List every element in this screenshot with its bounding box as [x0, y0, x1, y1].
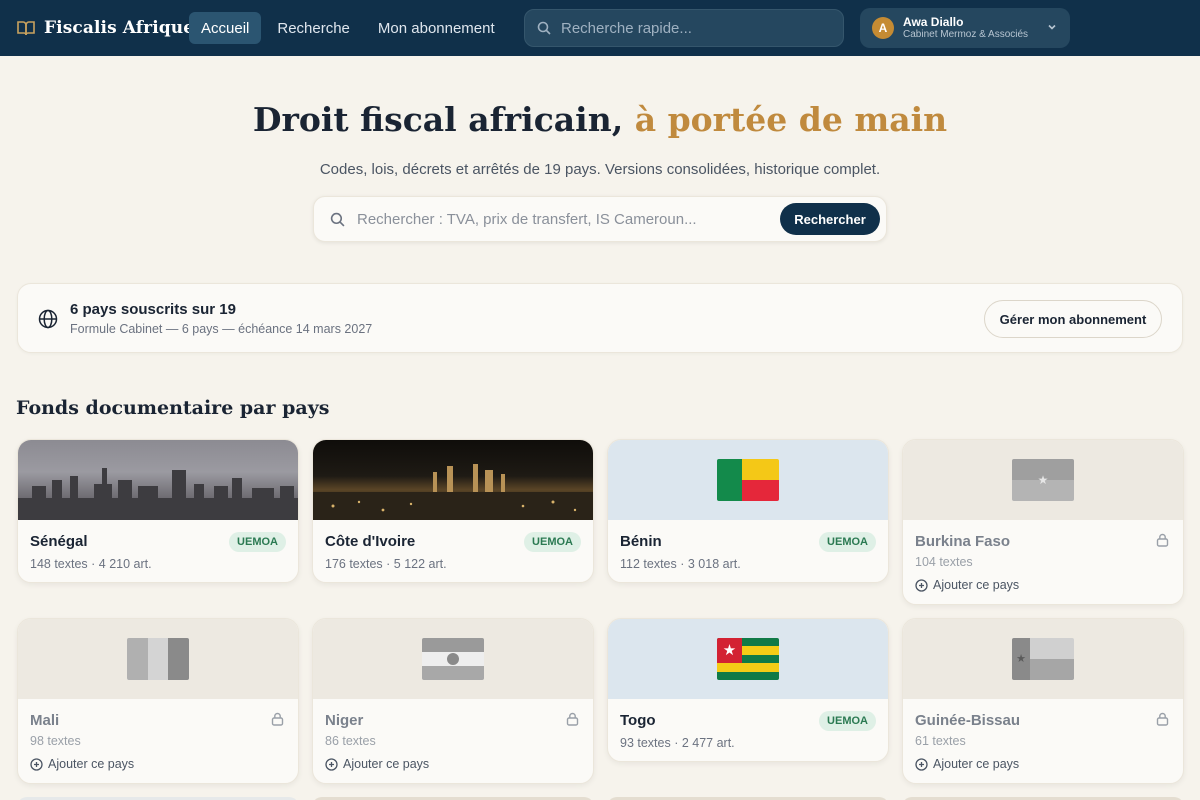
country-meta: 176 textes · 5 122 art.	[325, 557, 447, 571]
hero-title-main: Droit fiscal africain,	[252, 100, 624, 139]
country-name: Sénégal	[30, 533, 88, 550]
guinea-bissau-flag-icon: ★	[1012, 638, 1074, 680]
user-org: Cabinet Mermoz & Associés	[903, 29, 1029, 41]
country-card-togo[interactable]: ★ Togo UEMOA 93 textes · 2 477 art.	[607, 618, 889, 762]
nav-home[interactable]: Accueil	[189, 12, 262, 44]
mali-flag-icon	[127, 638, 189, 680]
main-nav: Accueil Recherche Mon abonnement	[189, 12, 507, 44]
add-country-label: Ajouter ce pays	[933, 578, 1020, 592]
benin-flag-icon	[717, 459, 779, 501]
lock-icon	[271, 712, 284, 726]
chevron-down-icon	[1048, 24, 1056, 30]
country-card-cote-divoire[interactable]: Côte d'Ivoire UEMOA 176 textes · 5 122 a…	[312, 439, 594, 583]
country-name: Bénin	[620, 533, 662, 550]
add-country-label: Ajouter ce pays	[48, 757, 135, 771]
lock-icon	[1156, 533, 1169, 547]
country-card-burkina-faso[interactable]: ★ Burkina Faso 104 textes Ajouter ce pay…	[902, 439, 1184, 605]
plus-circle-icon	[325, 757, 338, 771]
add-country-label: Ajouter ce pays	[343, 757, 430, 771]
user-name: Awa Diallo	[903, 14, 964, 29]
country-photo	[18, 440, 298, 520]
country-name: Niger	[325, 712, 364, 729]
hero-search-input[interactable]	[357, 210, 757, 228]
add-country-link[interactable]: Ajouter ce pays	[915, 757, 1019, 771]
hero-search: Rechercher	[313, 196, 887, 242]
manage-subscription-button[interactable]: Gérer mon abonnement	[984, 300, 1162, 338]
user-menu[interactable]: A Awa Diallo Cabinet Mermoz & Associés	[860, 8, 1070, 48]
lock-icon	[1156, 712, 1169, 726]
book-icon	[17, 21, 35, 36]
plus-circle-icon	[30, 757, 43, 771]
country-name: Guinée-Bissau	[915, 712, 1021, 729]
nav-subscription[interactable]: Mon abonnement	[366, 12, 507, 44]
hero-title: Droit fiscal africain, à portée de main	[0, 100, 1200, 139]
add-country-link[interactable]: Ajouter ce pays	[915, 578, 1019, 592]
nav-search[interactable]: Recherche	[265, 12, 362, 44]
country-meta: 93 textes · 2 477 art.	[620, 736, 735, 750]
country-photo	[313, 440, 593, 520]
quick-search-input[interactable]	[561, 19, 821, 37]
plus-circle-icon	[915, 578, 928, 592]
country-card-benin[interactable]: Bénin UEMOA 112 textes · 3 018 art.	[607, 439, 889, 583]
subscription-card: 6 pays souscrits sur 19 Formule Cabinet …	[17, 283, 1183, 353]
country-meta: 98 textes	[30, 734, 81, 748]
brand-name: Fiscalis Afrique	[44, 18, 195, 38]
section-title: Fonds documentaire par pays	[16, 397, 330, 419]
uemoa-badge: UEMOA	[524, 532, 581, 552]
burkina-faso-flag-icon: ★	[1012, 459, 1074, 501]
country-name: Côte d'Ivoire	[325, 533, 416, 550]
togo-flag-icon: ★	[717, 638, 779, 680]
niger-flag-icon	[422, 638, 484, 680]
avatar: A	[872, 17, 894, 39]
search-button[interactable]: Rechercher	[780, 203, 880, 235]
add-country-link[interactable]: Ajouter ce pays	[30, 757, 134, 771]
country-card-senegal[interactable]: Sénégal UEMOA 148 textes · 4 210 art.	[17, 439, 299, 583]
plus-circle-icon	[915, 757, 928, 771]
country-card-guinee-bissau[interactable]: ★ Guinée-Bissau 61 textes Ajouter ce pay…	[902, 618, 1184, 784]
search-icon	[330, 212, 345, 226]
country-meta: 86 textes	[325, 734, 376, 748]
uemoa-badge: UEMOA	[819, 532, 876, 552]
uemoa-badge: UEMOA	[229, 532, 286, 552]
hero-title-accent: à portée de main	[634, 100, 948, 139]
country-card-mali[interactable]: Mali 98 textes Ajouter ce pays	[17, 618, 299, 784]
subscription-title: 6 pays souscrits sur 19	[70, 301, 236, 318]
search-icon	[537, 21, 551, 35]
country-name: Togo	[620, 712, 656, 729]
country-name: Mali	[30, 712, 60, 729]
country-meta: 112 textes · 3 018 art.	[620, 557, 741, 571]
lock-icon	[566, 712, 579, 726]
hero-subtitle: Codes, lois, décrets et arrêtés de 19 pa…	[319, 161, 881, 178]
subscription-detail: Formule Cabinet — 6 pays — échéance 14 m…	[70, 322, 373, 336]
country-meta: 61 textes	[915, 734, 966, 748]
country-meta: 148 textes · 4 210 art.	[30, 557, 152, 571]
add-country-label: Ajouter ce pays	[933, 757, 1020, 771]
globe-icon	[38, 309, 58, 329]
country-card-niger[interactable]: Niger 86 textes Ajouter ce pays	[312, 618, 594, 784]
top-bar: Fiscalis Afrique Accueil Recherche Mon a…	[0, 0, 1200, 56]
add-country-link[interactable]: Ajouter ce pays	[325, 757, 429, 771]
uemoa-badge: UEMOA	[819, 711, 876, 731]
quick-search	[524, 9, 844, 47]
country-name: Burkina Faso	[915, 533, 1011, 550]
country-meta: 104 textes	[915, 555, 973, 569]
brand[interactable]: Fiscalis Afrique	[16, 0, 194, 56]
